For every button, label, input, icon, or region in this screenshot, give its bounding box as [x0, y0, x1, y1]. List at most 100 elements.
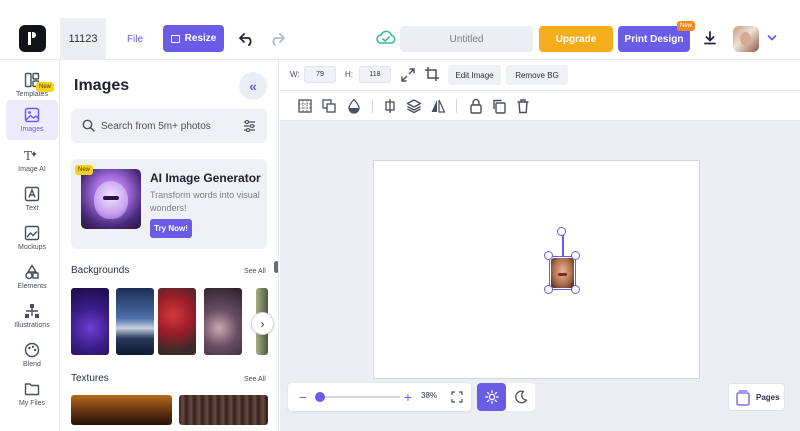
edit-image-button[interactable]: Edit Image — [448, 65, 501, 85]
texture-thumbnail[interactable] — [179, 395, 268, 425]
theme-toggle — [477, 383, 535, 411]
print-new-badge: New — [677, 21, 696, 31]
nav-item-elements[interactable]: Elements — [6, 257, 58, 297]
search-input[interactable] — [101, 109, 231, 143]
undo-icon[interactable] — [238, 30, 256, 48]
crop-icon[interactable] — [424, 66, 440, 82]
upgrade-button[interactable]: Upgrade — [539, 26, 613, 52]
height-label: H: — [345, 70, 353, 79]
chevron-down-icon[interactable] — [766, 32, 778, 44]
nav-label: Elements — [17, 283, 47, 290]
zoom-slider-track[interactable] — [316, 396, 400, 398]
image-ai-new-badge: New — [36, 82, 55, 92]
panel-scrollbar[interactable] — [274, 261, 278, 273]
user-avatar[interactable] — [733, 26, 759, 52]
nav-item-mockups[interactable]: Mockups — [6, 218, 58, 258]
nav-item-illustrations[interactable]: Illustrations — [6, 296, 58, 336]
background-thumbnail[interactable] — [204, 288, 242, 355]
pages-label: Pages — [756, 393, 780, 402]
width-input[interactable]: 79 — [304, 66, 336, 83]
image-ai-icon: T — [24, 149, 37, 163]
pages-button[interactable]: Pages — [728, 383, 785, 411]
pages-icon — [736, 390, 750, 406]
nav-label: Illustrations — [14, 322, 50, 329]
image-icon — [24, 107, 40, 123]
resize-handle-top-right[interactable] — [571, 251, 580, 260]
collapse-panel-icon[interactable]: « — [239, 72, 267, 100]
rotate-handle[interactable] — [557, 227, 566, 236]
nav-item-my-files[interactable]: My Files — [6, 374, 58, 414]
lock-icon[interactable] — [468, 98, 484, 114]
zoom-level: 38% — [421, 391, 438, 400]
resize-handle-bottom-left[interactable] — [544, 285, 553, 294]
background-thumbnail[interactable] — [116, 288, 154, 355]
search-box — [71, 109, 267, 143]
cloud-saved-icon — [376, 29, 396, 47]
resize-handle-bottom-right[interactable] — [571, 285, 580, 294]
nav-label: Text — [25, 205, 39, 212]
zoom-out-icon[interactable]: − — [294, 387, 312, 407]
resize-icon — [170, 34, 180, 43]
layers-icon[interactable] — [406, 98, 422, 114]
rotation-line — [562, 234, 564, 256]
nav-label: My Files — [18, 400, 46, 407]
layer-order-icon[interactable] — [321, 98, 337, 114]
dark-mode-moon-icon[interactable] — [506, 383, 535, 411]
ai-generator-promo: AI Image Generator Transform words into … — [71, 159, 267, 249]
left-sidebar: Templates Images T Image AI Text Mockups… — [0, 60, 60, 431]
opacity-drop-icon[interactable] — [346, 98, 362, 114]
download-icon[interactable] — [702, 30, 718, 48]
align-center-icon[interactable] — [382, 98, 398, 114]
nav-item-text[interactable]: Text — [6, 179, 58, 219]
top-bar: 11123 File Resize Untitled Upgrade Print… — [0, 0, 800, 60]
toolbar-divider — [456, 99, 457, 113]
promo-description: Transform words into visual wonders! — [150, 190, 260, 213]
grid-icon[interactable] — [297, 98, 313, 114]
remove-bg-button[interactable]: Remove BG — [506, 65, 568, 85]
promo-image — [81, 169, 141, 229]
try-now-button[interactable]: Try Now! — [150, 219, 192, 238]
flip-icon[interactable] — [430, 98, 446, 114]
panel-title: Images — [74, 77, 130, 94]
zoom-in-icon[interactable]: + — [399, 387, 417, 407]
elements-icon — [25, 264, 39, 280]
textures-heading: Textures — [71, 373, 109, 384]
texture-thumbnail[interactable] — [71, 395, 172, 425]
zoom-slider-knob[interactable] — [315, 392, 325, 402]
chevron-right-icon[interactable]: › — [251, 312, 274, 335]
image-toolbar: W: 79 H: 118 Edit Image Remove BG — [280, 60, 800, 91]
expand-icon[interactable] — [400, 67, 416, 83]
app-logo[interactable] — [19, 25, 46, 52]
redo-icon[interactable] — [268, 30, 286, 48]
background-thumbnail[interactable] — [71, 288, 109, 355]
nav-label: Mockups — [17, 244, 46, 251]
duplicate-icon[interactable] — [491, 98, 507, 114]
document-title-input[interactable]: Untitled — [400, 26, 533, 52]
file-menu-button[interactable]: File — [120, 26, 150, 52]
nav-label: Templates — [16, 91, 48, 98]
delete-icon[interactable] — [515, 98, 531, 114]
illustrations-icon — [25, 304, 39, 318]
nav-label: Image AI — [18, 166, 46, 173]
textures-see-all-link[interactable]: See All — [244, 376, 266, 383]
nav-item-image-ai[interactable]: T Image AI — [6, 140, 58, 180]
background-thumbnail[interactable] — [158, 288, 196, 355]
images-panel: Images « AI Image Generator Transform wo… — [60, 60, 279, 431]
light-mode-sun-icon[interactable] — [477, 383, 506, 411]
search-icon — [82, 119, 95, 132]
document-id[interactable]: 11123 — [60, 18, 106, 60]
text-icon — [24, 186, 40, 202]
fit-screen-icon[interactable] — [451, 391, 463, 403]
backgrounds-see-all-link[interactable]: See All — [244, 268, 266, 275]
backgrounds-heading: Backgrounds — [71, 265, 130, 276]
resize-handle-top-left[interactable] — [544, 251, 553, 260]
nav-item-blend[interactable]: Blend — [6, 335, 58, 375]
height-input[interactable]: 118 — [359, 66, 391, 83]
design-artboard[interactable] — [373, 160, 700, 379]
arrange-toolbar — [280, 91, 800, 121]
width-label: W: — [290, 70, 300, 79]
resize-button[interactable]: Resize — [163, 25, 224, 52]
promo-title: AI Image Generator — [150, 171, 261, 185]
nav-item-images[interactable]: Images — [6, 100, 58, 140]
filter-icon[interactable] — [243, 120, 256, 132]
